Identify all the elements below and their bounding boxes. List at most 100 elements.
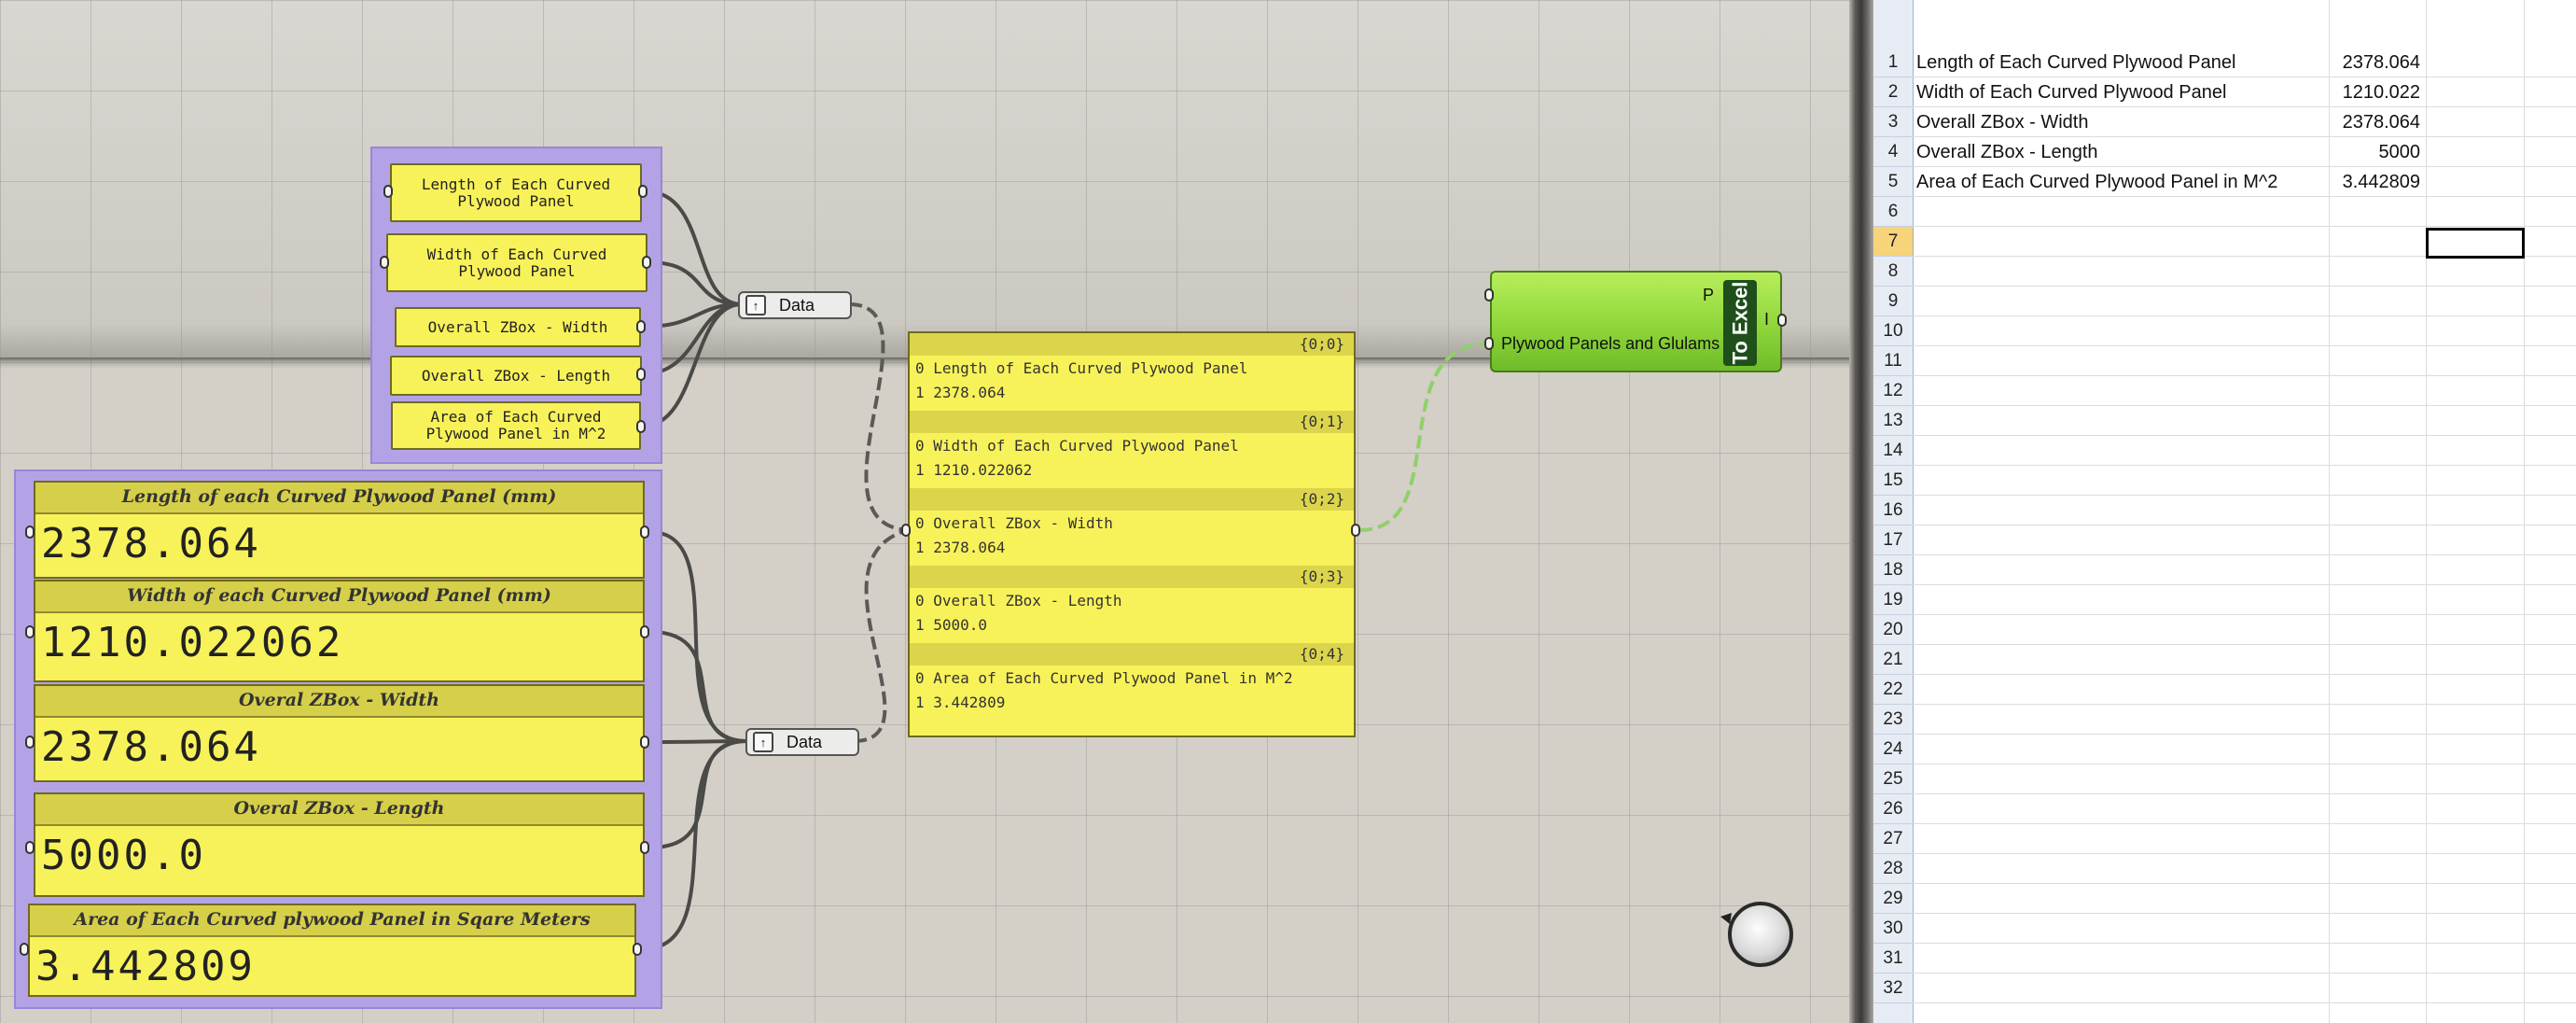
number-panel-zbox-width[interactable]: Overal ZBox - Width 2378.064 <box>34 684 645 782</box>
cell-b4[interactable]: 5000 <box>2331 137 2421 167</box>
output-grip[interactable] <box>633 943 642 956</box>
input-grip[interactable] <box>25 841 35 854</box>
row-header[interactable]: 22 <box>1873 675 1913 705</box>
column-gridline <box>2329 0 2330 1023</box>
number-panel-width[interactable]: Width of each Curved Plywood Panel (mm) … <box>34 580 645 682</box>
row-header-active[interactable]: 7 <box>1873 227 1913 257</box>
row-gridline <box>1913 554 2576 555</box>
row-header[interactable]: 30 <box>1873 914 1913 944</box>
input-grip[interactable] <box>25 736 35 749</box>
number-panel-value: 5000.0 <box>41 832 206 879</box>
output-grip[interactable] <box>640 526 649 539</box>
row-header[interactable]: 31 <box>1873 944 1913 974</box>
row-header[interactable]: 17 <box>1873 526 1913 555</box>
row-header[interactable]: 23 <box>1873 705 1913 735</box>
row-header[interactable]: 27 <box>1873 824 1913 854</box>
grasshopper-canvas[interactable]: Length of Each Curved Plywood Panel Widt… <box>0 0 1849 1023</box>
output-grip[interactable] <box>640 625 649 638</box>
row-header[interactable]: 29 <box>1873 884 1913 914</box>
row-header[interactable]: 12 <box>1873 376 1913 406</box>
column-gridline <box>2426 0 2427 1023</box>
output-grip[interactable] <box>636 320 646 333</box>
row-header[interactable]: 25 <box>1873 764 1913 794</box>
row-header[interactable]: 14 <box>1873 436 1913 466</box>
data-node-top[interactable]: ↑ Data <box>738 291 852 319</box>
output-grip[interactable] <box>642 256 651 269</box>
data-node-label: Data <box>779 295 815 315</box>
input-grip[interactable] <box>383 185 393 198</box>
panel-length-of-each-curved-plywood-panel[interactable]: Length of Each Curved Plywood Panel <box>390 163 642 222</box>
row-header[interactable]: 1 <box>1873 48 1913 77</box>
row-header[interactable]: 10 <box>1873 316 1913 346</box>
number-panel-title: Overal ZBox - Length <box>35 794 643 826</box>
output-grip[interactable] <box>640 736 649 749</box>
input-grip[interactable] <box>1484 337 1494 350</box>
input-grip[interactable] <box>901 524 911 537</box>
row-header[interactable]: 16 <box>1873 496 1913 526</box>
row-header[interactable]: 5 <box>1873 167 1913 197</box>
row-header[interactable]: 24 <box>1873 735 1913 764</box>
branch-item: 0 Overall ZBox - Length <box>915 592 1122 610</box>
row-gridline <box>1913 704 2576 705</box>
number-panel-area[interactable]: Area of Each Curved plywood Panel in Sqa… <box>28 904 636 997</box>
input-grip[interactable] <box>1484 288 1494 301</box>
branch-item: 1 2378.064 <box>915 539 1006 556</box>
row-gridline <box>1913 584 2576 585</box>
output-grip[interactable] <box>1351 524 1360 537</box>
input-grip[interactable] <box>380 256 389 269</box>
row-header[interactable]: 2 <box>1873 77 1913 107</box>
row-header[interactable]: 32 <box>1873 974 1913 1003</box>
output-grip[interactable] <box>636 420 646 433</box>
cell-b5[interactable]: 3.442809 <box>2331 167 2420 197</box>
row-gridline <box>1913 226 2576 227</box>
panel-overall-zbox-width[interactable]: Overall ZBox - Width <box>395 307 641 347</box>
branch-item: 1 5000.0 <box>915 616 988 634</box>
number-panel-length[interactable]: Length of each Curved Plywood Panel (mm)… <box>34 481 645 579</box>
branch-0-4: {0;4} 0 Area of Each Curved Plywood Pane… <box>910 643 1354 720</box>
cell-a3[interactable]: Overall ZBox - Width <box>1916 107 2088 137</box>
output-grip[interactable] <box>638 185 647 198</box>
output-grip[interactable] <box>640 841 649 854</box>
row-header[interactable]: 15 <box>1873 466 1913 496</box>
to-excel-title: To Excel <box>1723 280 1757 366</box>
row-header[interactable]: 9 <box>1873 287 1913 316</box>
row-header[interactable]: 21 <box>1873 645 1913 675</box>
panel-width-of-each-curved-plywood-panel[interactable]: Width of Each Curved Plywood Panel <box>386 233 647 292</box>
input-grip[interactable] <box>20 943 29 956</box>
cell-a4[interactable]: Overall ZBox - Length <box>1916 137 2098 167</box>
compass-arrow-icon <box>1720 913 1732 924</box>
row-gridline <box>1913 495 2576 496</box>
number-panel-title: Overal ZBox - Width <box>35 686 643 718</box>
row-header[interactable]: 26 <box>1873 794 1913 824</box>
row-header[interactable]: 3 <box>1873 107 1913 137</box>
row-gridline <box>1913 734 2576 735</box>
data-node-bottom[interactable]: ↑ Data <box>745 728 859 756</box>
row-header[interactable]: 28 <box>1873 854 1913 884</box>
row-header[interactable]: 20 <box>1873 615 1913 645</box>
input-grip[interactable] <box>25 625 35 638</box>
row-header[interactable]: 19 <box>1873 585 1913 615</box>
cell-a1[interactable]: Length of Each Curved Plywood Panel <box>1916 48 2235 77</box>
row-header[interactable]: 6 <box>1873 197 1913 227</box>
row-header[interactable]: 11 <box>1873 346 1913 376</box>
number-panel-zbox-length[interactable]: Overal ZBox - Length 5000.0 <box>34 792 645 897</box>
param-viewer-panel[interactable]: {0;0} 0 Length of Each Curved Plywood Pa… <box>908 331 1356 737</box>
output-grip[interactable] <box>1777 314 1787 327</box>
to-excel-component[interactable]: P Plywood Panels and Glulams To Excel I <box>1490 271 1782 372</box>
cell-b3[interactable]: 2378.064 <box>2331 107 2420 137</box>
cell-a5[interactable]: Area of Each Curved Plywood Panel in M^2 <box>1916 167 2277 197</box>
row-header[interactable]: 4 <box>1873 137 1913 167</box>
output-grip[interactable] <box>636 368 646 381</box>
cell-a2[interactable]: Width of Each Curved Plywood Panel <box>1916 77 2226 107</box>
cell-b1[interactable]: 2378.064 <box>2331 48 2420 77</box>
row-header[interactable]: 8 <box>1873 257 1913 287</box>
row-header[interactable]: 13 <box>1873 406 1913 436</box>
panel-overall-zbox-length[interactable]: Overall ZBox - Length <box>390 356 642 396</box>
panel-area-of-each-curved-plywood-panel[interactable]: Area of Each Curved Plywood Panel in M^2 <box>391 401 641 450</box>
cell-b2[interactable]: 1210.022 <box>2331 77 2420 107</box>
excel-sheet[interactable]: 1 2 3 4 5 6 7 8 9 10 11 12 13 14 15 16 1… <box>1873 0 2576 1023</box>
splitter-bar[interactable] <box>1849 0 1873 1023</box>
input-grip[interactable] <box>25 526 35 539</box>
selected-cell-c7[interactable] <box>2426 228 2525 259</box>
row-header[interactable]: 18 <box>1873 555 1913 585</box>
